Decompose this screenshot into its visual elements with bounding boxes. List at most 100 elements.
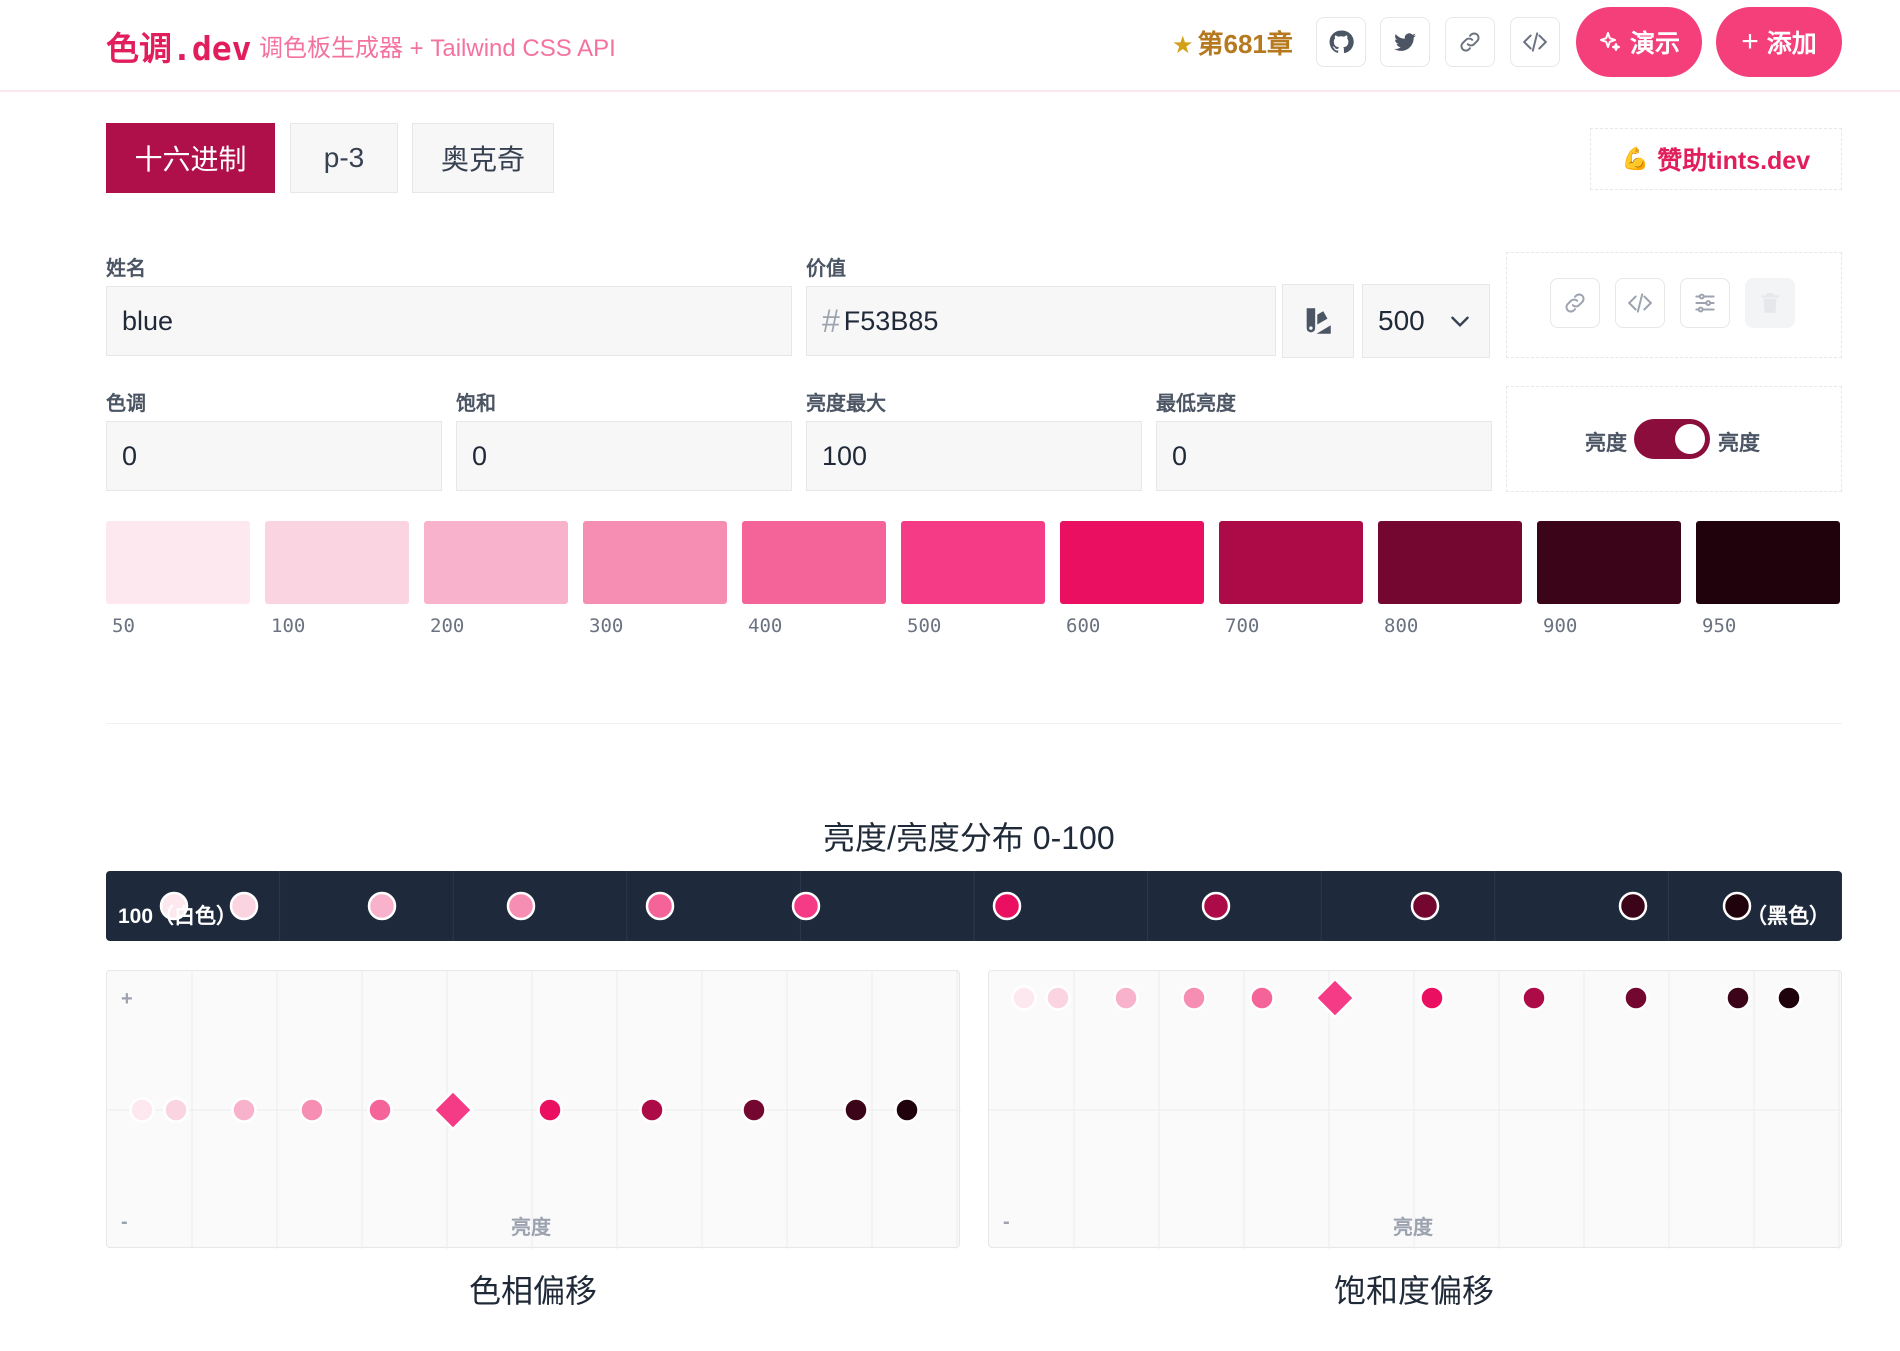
shift-point-900[interactable]	[1725, 985, 1751, 1011]
shift-point-500-active[interactable]	[432, 1089, 474, 1131]
shift-point-950[interactable]	[1776, 985, 1802, 1011]
shift-point-100[interactable]	[163, 1097, 189, 1123]
shift-point-100[interactable]	[1045, 985, 1071, 1011]
lum-max-label: 亮度最大	[806, 393, 886, 415]
shift-point-800[interactable]	[1623, 985, 1649, 1011]
shift-point-500-active[interactable]	[1314, 977, 1356, 1019]
saturation-shift-title: 饱和度偏移	[1334, 1273, 1495, 1309]
hex-value-text: F53B85	[843, 305, 939, 336]
color-swatch-icon	[1306, 308, 1331, 334]
hue-minus-sign: -	[121, 1211, 128, 1233]
code-icon	[1522, 32, 1548, 52]
swatch-100[interactable]	[265, 521, 409, 604]
shift-point-600[interactable]	[1419, 985, 1445, 1011]
version-badge-label: 第681章	[1197, 29, 1293, 59]
distribution-point-200[interactable]	[367, 891, 397, 921]
distribution-point-800[interactable]	[1410, 891, 1440, 921]
distribution-point-400[interactable]	[645, 891, 675, 921]
settings-button[interactable]	[1680, 278, 1730, 328]
shift-point-300[interactable]	[1181, 985, 1207, 1011]
shift-point-400[interactable]	[1249, 985, 1275, 1011]
shift-point-200[interactable]	[1113, 985, 1139, 1011]
shift-point-900[interactable]	[843, 1097, 869, 1123]
copy-link-button[interactable]	[1445, 17, 1495, 67]
hue-label: 色调	[106, 393, 146, 415]
swatch-950[interactable]	[1696, 521, 1840, 604]
lightness-mode-toggle[interactable]	[1634, 419, 1710, 459]
lum-max-input[interactable]: 100	[806, 421, 1142, 491]
distribution-point-600[interactable]	[992, 891, 1022, 921]
swatch-400[interactable]	[742, 521, 886, 604]
shift-point-950[interactable]	[894, 1097, 920, 1123]
delete-button[interactable]	[1745, 278, 1795, 328]
lum-min-input-value: 0	[1172, 440, 1188, 471]
demo-button[interactable]: 演示	[1576, 7, 1702, 77]
distribution-point-900[interactable]	[1618, 891, 1648, 921]
swatch-700[interactable]	[1219, 521, 1363, 604]
shift-point-700[interactable]	[639, 1097, 665, 1123]
twitter-icon	[1394, 33, 1416, 51]
twitter-button[interactable]	[1380, 17, 1430, 67]
swatch-500[interactable]	[901, 521, 1045, 604]
swatch-link-button[interactable]	[1550, 278, 1600, 328]
lum-min-label: 最低亮度	[1156, 393, 1236, 415]
toggle-label-left: 亮度	[1585, 432, 1627, 455]
lum-min-input[interactable]: 0	[1156, 421, 1492, 491]
sat-minus-sign: -	[1003, 1211, 1010, 1233]
swatch-label-50: 50	[112, 615, 135, 637]
tab-hex[interactable]: 十六进制	[106, 123, 275, 193]
swatch-200[interactable]	[424, 521, 568, 604]
shift-point-800[interactable]	[741, 1097, 767, 1123]
swatch-600[interactable]	[1060, 521, 1204, 604]
color-picker-button[interactable]	[1282, 284, 1354, 358]
shift-point-600[interactable]	[537, 1097, 563, 1123]
add-button-label: 添加	[1766, 30, 1817, 58]
swatch-300[interactable]	[583, 521, 727, 604]
sliders-icon	[1695, 293, 1715, 313]
demo-button-label: 演示	[1629, 30, 1680, 58]
shift-point-300[interactable]	[299, 1097, 325, 1123]
luminance-distribution-bar	[106, 871, 1842, 941]
swatch-label-100: 100	[271, 615, 306, 637]
swatch-label-900: 900	[1543, 615, 1578, 637]
version-badge[interactable]: ★ 第681章	[1172, 24, 1293, 61]
tagline: 调色板生成器 + Tailwind CSS API	[259, 35, 616, 62]
swatch-50[interactable]	[106, 521, 250, 604]
saturation-input[interactable]: 0	[456, 421, 792, 491]
tab-oklch[interactable]: 奥克奇	[412, 123, 554, 193]
distribution-point-700[interactable]	[1201, 891, 1231, 921]
shift-point-50[interactable]	[129, 1097, 155, 1123]
distribution-point-300[interactable]	[506, 891, 536, 921]
hue-plus-sign: +	[121, 988, 133, 1010]
shift-point-50[interactable]	[1011, 985, 1037, 1011]
swatch-label-800: 800	[1384, 615, 1419, 637]
code-button[interactable]	[1510, 17, 1560, 67]
swatch-900[interactable]	[1537, 521, 1681, 604]
link-icon	[1460, 32, 1480, 52]
shift-point-700[interactable]	[1521, 985, 1547, 1011]
sponsor-link[interactable]: 💪 赞助tints.dev	[1590, 128, 1842, 190]
swatch-label-200: 200	[430, 615, 465, 637]
hue-input[interactable]: 0	[106, 421, 442, 491]
name-label: 姓名	[106, 258, 146, 280]
brand-logo[interactable]: 色调.dev	[106, 22, 251, 70]
link-icon	[1565, 293, 1585, 313]
swatch-label-700: 700	[1225, 615, 1260, 637]
swatch-800[interactable]	[1378, 521, 1522, 604]
hue-input-value: 0	[122, 440, 138, 471]
shift-point-200[interactable]	[231, 1097, 257, 1123]
plus-icon: +	[1741, 25, 1759, 58]
swatch-code-button[interactable]	[1615, 278, 1665, 328]
hue-shift-title: 色相偏移	[469, 1273, 598, 1309]
distribution-point-500[interactable]	[791, 891, 821, 921]
shift-point-400[interactable]	[367, 1097, 393, 1123]
github-button[interactable]	[1316, 17, 1366, 67]
hue-shift-chart: + - 亮度	[106, 970, 961, 1249]
add-button[interactable]: + 添加	[1716, 7, 1842, 77]
swatch-label-500: 500	[907, 615, 942, 637]
hex-value-input[interactable]: # F53B85	[806, 286, 1276, 356]
shade-select[interactable]: 500	[1362, 284, 1490, 358]
name-input[interactable]: blue	[106, 286, 792, 356]
tab-p3[interactable]: p-3	[290, 123, 398, 193]
saturation-input-value: 0	[472, 440, 488, 471]
